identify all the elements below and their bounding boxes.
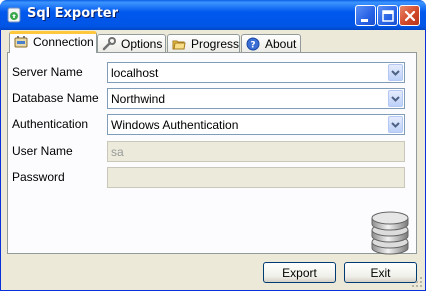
export-button-label: Export <box>282 265 317 280</box>
minimize-icon <box>361 19 368 22</box>
database-name-combo[interactable]: Northwind <box>107 88 405 109</box>
exit-button[interactable]: Exit <box>344 262 417 283</box>
plug-icon <box>14 36 28 48</box>
user-name-label: User Name <box>12 144 73 158</box>
password-label: Password <box>12 170 65 184</box>
authentication-label: Authentication <box>12 117 89 131</box>
tab-label: About <box>265 37 297 51</box>
server-name-label: Server Name <box>12 65 83 79</box>
exit-button-label: Exit <box>370 265 391 280</box>
tab-options[interactable]: Options <box>97 34 166 52</box>
user-name-input[interactable] <box>111 143 401 160</box>
server-name-combo[interactable]: localhost <box>107 62 405 83</box>
server-name-value: localhost <box>111 66 159 80</box>
tab-label: Options <box>121 37 163 51</box>
database-name-label: Database Name <box>12 91 99 105</box>
app-icon <box>7 7 21 23</box>
svg-text:?: ? <box>250 41 255 51</box>
maximize-icon <box>382 10 394 22</box>
help-icon: ? <box>246 37 260 51</box>
app-window: Sql Exporter Connection Options Progress… <box>0 0 426 291</box>
window-title: Sql Exporter <box>27 6 119 21</box>
title-bar[interactable]: Sql Exporter <box>0 0 426 30</box>
authentication-dropdown-button[interactable] <box>388 116 403 133</box>
close-icon <box>404 10 416 22</box>
tab-label: Progress <box>191 37 240 51</box>
folders-icon <box>172 40 186 50</box>
user-name-field[interactable] <box>107 141 405 162</box>
wrench-icon <box>102 37 116 51</box>
tab-connection[interactable]: Connection <box>9 31 97 53</box>
authentication-combo[interactable]: Windows Authentication <box>107 114 405 135</box>
database-name-dropdown-button[interactable] <box>388 90 403 107</box>
minimize-button[interactable] <box>355 5 376 26</box>
tab-strip: Connection Options Progress ? About <box>7 31 417 53</box>
chevron-down-icon <box>391 122 400 128</box>
maximize-button[interactable] <box>377 5 398 26</box>
tab-progress[interactable]: Progress <box>167 34 240 52</box>
resize-grip-icon[interactable] <box>411 276 423 288</box>
database-name-value: Northwind <box>111 92 166 106</box>
chevron-down-icon <box>391 70 400 76</box>
tab-about[interactable]: ? About <box>241 34 301 52</box>
chevron-down-icon <box>391 96 400 102</box>
tab-label: Connection <box>33 35 94 49</box>
password-input[interactable] <box>111 169 401 186</box>
server-name-dropdown-button[interactable] <box>388 64 403 81</box>
password-field[interactable] <box>107 167 405 188</box>
close-button[interactable] <box>399 5 420 26</box>
database-icon <box>371 211 409 255</box>
authentication-value: Windows Authentication <box>111 118 239 132</box>
export-button[interactable]: Export <box>263 262 336 283</box>
